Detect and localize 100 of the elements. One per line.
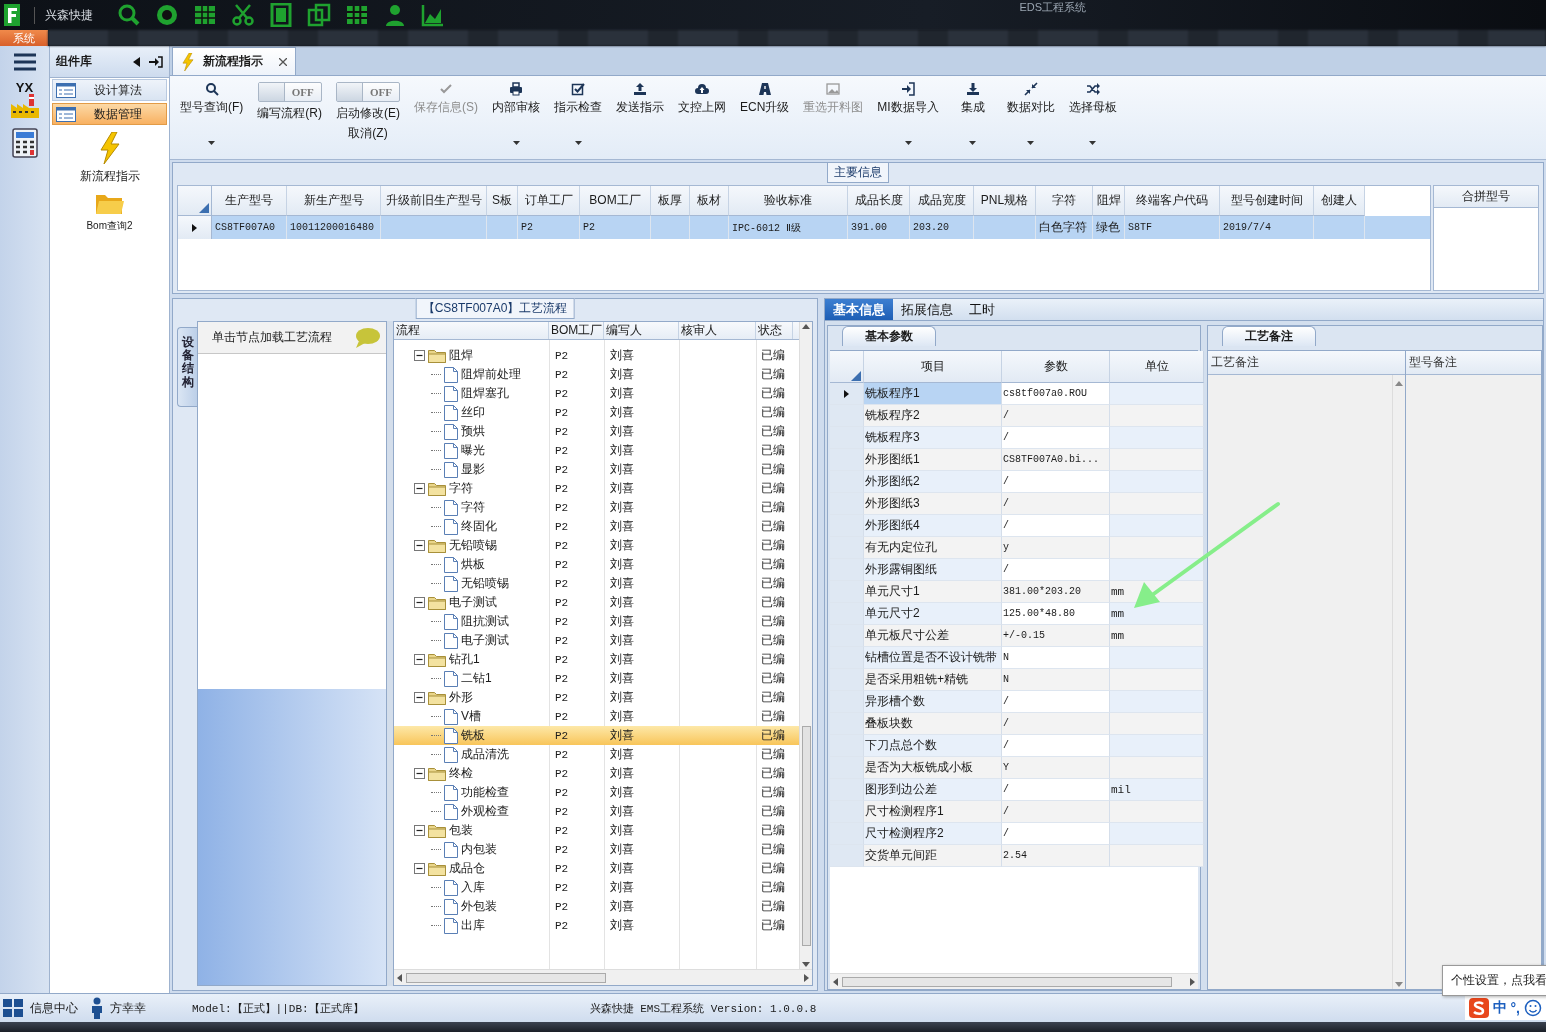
- column-header[interactable]: 字符: [1036, 186, 1093, 216]
- tree-row[interactable]: 内包装 P2 刘喜 已编: [394, 840, 799, 859]
- table-cell[interactable]: 外形图纸1: [864, 449, 1002, 471]
- factory-icon[interactable]: [9, 94, 40, 118]
- column-header[interactable]: S板: [487, 186, 518, 216]
- toolbar-button[interactable]: 选择母板: [1062, 80, 1123, 159]
- column-header[interactable]: 新生产型号: [287, 186, 381, 216]
- column-header[interactable]: 订单工厂: [518, 186, 580, 216]
- tree-row[interactable]: 出库 P2 刘喜 已编: [394, 916, 799, 935]
- column-header[interactable]: 成品宽度: [910, 186, 974, 216]
- tree-row[interactable]: 无铅喷锡 P2 刘喜 已编: [394, 574, 799, 593]
- tree-row[interactable]: 阻抗测试 P2 刘喜 已编: [394, 612, 799, 631]
- tree-row[interactable]: 电子测试 P2 刘喜 已编: [394, 631, 799, 650]
- collapse-icon[interactable]: [414, 825, 425, 836]
- tree-row[interactable]: 显影 P2 刘喜 已编: [394, 460, 799, 479]
- column-header[interactable]: 编写人: [604, 322, 679, 339]
- lifebuoy-icon[interactable]: [155, 3, 179, 27]
- toolbar-button[interactable]: 集成: [946, 80, 999, 159]
- toolbar-button[interactable]: 型号查询(F): [174, 80, 250, 159]
- scroll-left-icon[interactable]: [833, 977, 838, 986]
- column-header[interactable]: 项目: [864, 351, 1002, 383]
- tree-row[interactable]: 电子测试 P2 刘喜 已编: [394, 593, 799, 612]
- library-item[interactable]: 数据管理: [52, 103, 167, 125]
- table-cell[interactable]: 单元板尺寸公差: [864, 625, 1002, 647]
- collapse-icon[interactable]: [414, 768, 425, 779]
- tree-row[interactable]: 钻孔1 P2 刘喜 已编: [394, 650, 799, 669]
- toolbar-button[interactable]: ECN升级: [734, 80, 796, 159]
- column-header[interactable]: 板厚: [651, 186, 690, 216]
- scroll-right-icon[interactable]: [1190, 977, 1195, 986]
- table-cell[interactable]: 铣板程序3: [864, 427, 1002, 449]
- tree-row[interactable]: 铣板 P2 刘喜 已编: [394, 726, 799, 745]
- table-cell[interactable]: 下刀点总个数: [864, 735, 1002, 757]
- toolbar-button[interactable]: MI数据导入: [871, 80, 945, 159]
- scroll-up-icon[interactable]: [1395, 381, 1403, 386]
- table-cell[interactable]: 钻槽位置是否不设计铣带: [864, 647, 1002, 669]
- column-header[interactable]: 成品长度: [848, 186, 910, 216]
- table-cell[interactable]: 外形图纸2: [864, 471, 1002, 493]
- copy-icon[interactable]: [307, 3, 331, 27]
- collapse-icon[interactable]: [414, 692, 425, 703]
- toolbar-button[interactable]: 文控上网: [672, 80, 732, 159]
- toggle-button[interactable]: OFF 编写流程(R): [251, 80, 328, 159]
- tree-row[interactable]: 外观检查 P2 刘喜 已编: [394, 802, 799, 821]
- tree-row[interactable]: 字符 P2 刘喜 已编: [394, 498, 799, 517]
- column-header[interactable]: 流程: [394, 322, 549, 339]
- tree-row[interactable]: 入库 P2 刘喜 已编: [394, 878, 799, 897]
- scroll-left-icon[interactable]: [397, 973, 402, 982]
- lightning-icon[interactable]: [97, 132, 122, 164]
- table-cell[interactable]: 异形槽个数: [864, 691, 1002, 713]
- table-cell[interactable]: 交货单元间距: [864, 845, 1002, 867]
- toolbar-button[interactable]: 发送指示: [610, 80, 670, 159]
- toolbar-button[interactable]: 指示检查: [548, 80, 608, 159]
- tree-row[interactable]: 终检 P2 刘喜 已编: [394, 764, 799, 783]
- tree-row[interactable]: 烘板 P2 刘喜 已编: [394, 555, 799, 574]
- column-header[interactable]: 验收标准: [729, 186, 848, 216]
- ime-toolbar[interactable]: 中 °,: [1464, 996, 1546, 1020]
- ime-punctuation[interactable]: °,: [1510, 1000, 1520, 1016]
- panel-tab[interactable]: 基本参数: [842, 326, 936, 346]
- library-item[interactable]: 设计算法: [52, 79, 167, 101]
- smiley-icon[interactable]: [1524, 999, 1542, 1017]
- tree-row[interactable]: 丝印 P2 刘喜 已编: [394, 403, 799, 422]
- table-cell[interactable]: 叠板块数: [864, 713, 1002, 735]
- grid-icon[interactable]: [345, 3, 369, 27]
- scroll-thumb[interactable]: [406, 972, 606, 983]
- collapse-icon[interactable]: [414, 483, 425, 494]
- tree-row[interactable]: 外包装 P2 刘喜 已编: [394, 897, 799, 916]
- column-header[interactable]: 合拼型号: [1434, 186, 1538, 208]
- tree-row[interactable]: 阻焊前处理 P2 刘喜 已编: [394, 365, 799, 384]
- film-icon[interactable]: [269, 3, 293, 27]
- scrollbar[interactable]: [394, 969, 812, 985]
- document-tab[interactable]: 新流程指示: [172, 47, 296, 75]
- column-header[interactable]: 升级前旧生产型号: [381, 186, 487, 216]
- area-chart-icon[interactable]: [421, 3, 445, 27]
- tree-row[interactable]: 阻焊塞孔 P2 刘喜 已编: [394, 384, 799, 403]
- scroll-down-icon[interactable]: [802, 962, 810, 967]
- column-header[interactable]: 型号创建时间: [1220, 186, 1314, 216]
- tree-row[interactable]: 成品仓 P2 刘喜 已编: [394, 859, 799, 878]
- tree-row[interactable]: 二钻1 P2 刘喜 已编: [394, 669, 799, 688]
- tree-row[interactable]: 曝光 P2 刘喜 已编: [394, 441, 799, 460]
- column-header[interactable]: 核审人: [679, 322, 756, 339]
- scroll-thumb[interactable]: [801, 725, 811, 946]
- tab[interactable]: 基本信息: [825, 299, 893, 320]
- toggle-switch[interactable]: OFF: [257, 82, 322, 102]
- ime-mode[interactable]: 中: [1492, 999, 1507, 1017]
- toggle-switch[interactable]: OFF: [336, 82, 400, 102]
- table-cell[interactable]: 有无内定位孔: [864, 537, 1002, 559]
- row-header[interactable]: [178, 216, 212, 239]
- table-cell[interactable]: 外形露铜图纸: [864, 559, 1002, 581]
- table-cell[interactable]: 图形到边公差: [864, 779, 1002, 801]
- column-header[interactable]: BOM工厂: [580, 186, 651, 216]
- column-header[interactable]: 单位: [1110, 351, 1204, 383]
- scissors-icon[interactable]: [231, 3, 255, 27]
- tree-row[interactable]: 字符 P2 刘喜 已编: [394, 479, 799, 498]
- collapse-icon[interactable]: [414, 863, 425, 874]
- collapse-icon[interactable]: [414, 597, 425, 608]
- collapse-icon[interactable]: [414, 350, 425, 361]
- tree-row[interactable]: 无铅喷锡 P2 刘喜 已编: [394, 536, 799, 555]
- scrollbar[interactable]: [830, 973, 1198, 989]
- table-cell[interactable]: 外形图纸4: [864, 515, 1002, 537]
- person-icon[interactable]: [383, 3, 407, 27]
- scroll-down-icon[interactable]: [1395, 982, 1403, 987]
